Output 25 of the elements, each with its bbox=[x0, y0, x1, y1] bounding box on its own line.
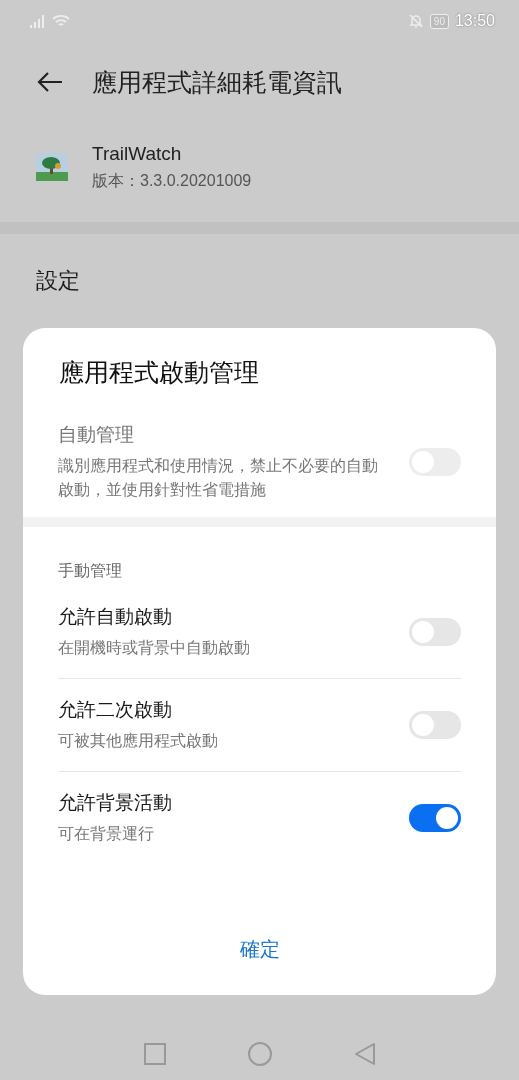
toggle-switch[interactable] bbox=[409, 618, 461, 646]
option-description: 可在背景運行 bbox=[58, 824, 155, 844]
option-description: 識別應用程式和使用情況，禁止不必要的自動啟動，並使用針對性省電措施 bbox=[58, 456, 379, 500]
toggle-switch[interactable] bbox=[409, 711, 461, 739]
section-header: 手動管理 bbox=[57, 561, 123, 581]
home-icon[interactable] bbox=[247, 1042, 272, 1066]
muted-bell-icon bbox=[407, 13, 424, 29]
option-description: 可被其他應用程式啟動 bbox=[58, 731, 219, 751]
back-icon[interactable] bbox=[36, 70, 64, 94]
option-description: 在開機時或背景中自動啟動 bbox=[58, 638, 251, 658]
signal-icon bbox=[30, 14, 46, 28]
app-name: TrailWatch bbox=[92, 142, 183, 165]
option-title: 自動管理 bbox=[58, 423, 135, 447]
app-icon bbox=[36, 153, 68, 181]
wifi-icon bbox=[52, 14, 70, 28]
option-title: 允許背景活動 bbox=[58, 791, 173, 815]
recents-icon[interactable] bbox=[143, 1043, 166, 1065]
page-title: 應用程式詳細耗電資訊 bbox=[92, 66, 342, 98]
section-title: 設定 bbox=[35, 267, 81, 295]
option-title: 允許二次啟動 bbox=[58, 698, 173, 722]
toggle-switch[interactable] bbox=[409, 804, 461, 832]
app-version: 版本：3.3.0.20201009 bbox=[92, 170, 252, 191]
option-title: 允許自動啟動 bbox=[58, 605, 173, 629]
confirm-button[interactable]: 確定 bbox=[227, 930, 292, 969]
dialog-title: 應用程式啟動管理 bbox=[58, 357, 260, 388]
